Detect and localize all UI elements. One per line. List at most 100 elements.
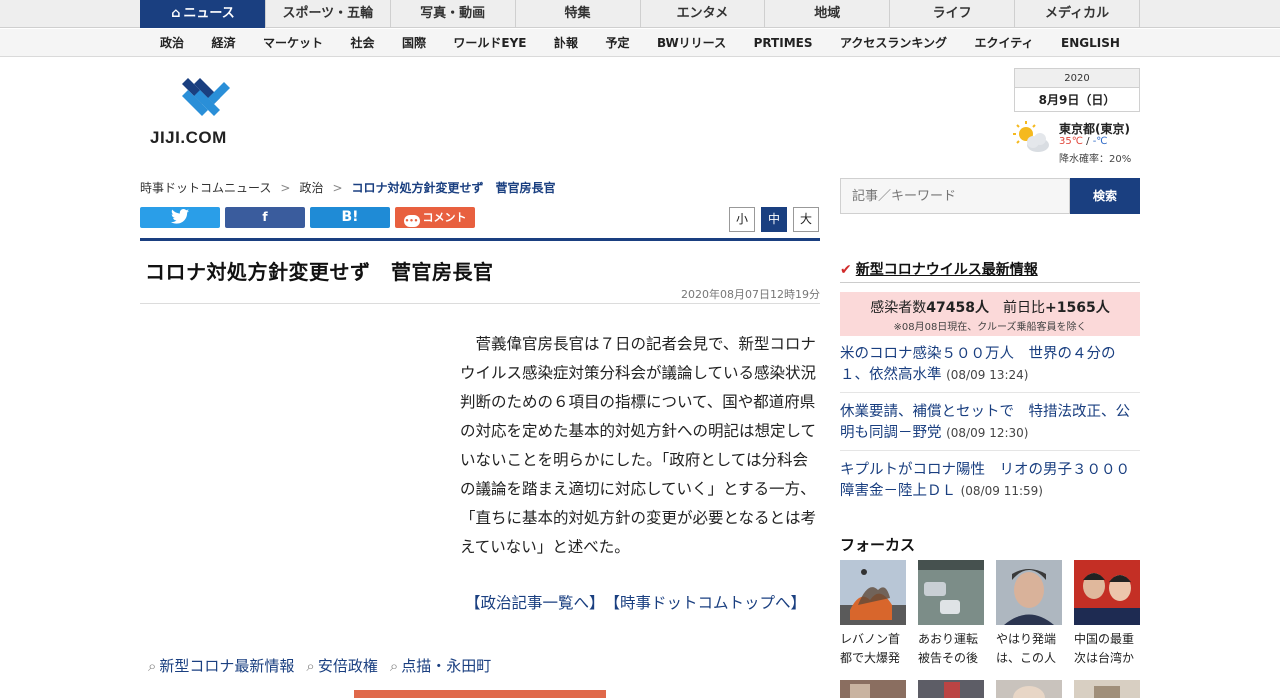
nav-features[interactable]: 特集 bbox=[514, 0, 640, 28]
article-body: 菅義偉官房長官は７日の記者会見で、新型コロナウイルス感染症対策分科会が議論してい… bbox=[460, 330, 818, 562]
twitter-icon bbox=[171, 209, 189, 224]
focus-caption[interactable]: 中国の最重次は台湾か bbox=[1074, 630, 1144, 668]
focus-thumbnail-portrait[interactable] bbox=[996, 560, 1062, 625]
comment-bubble-icon: ••• bbox=[403, 215, 420, 227]
hatena-icon: B! bbox=[341, 209, 359, 225]
focus-caption[interactable]: やはり発端は、この人 bbox=[996, 630, 1066, 668]
diff-label: 前日比 bbox=[1003, 300, 1045, 316]
date-year: 2020 bbox=[1014, 68, 1140, 88]
jiji-logo-icon bbox=[182, 78, 230, 116]
nav-sports[interactable]: スポーツ・五輪 bbox=[264, 0, 390, 28]
tag-corona[interactable]: ⌕ 新型コロナ最新情報 bbox=[148, 655, 294, 676]
infection-stats: 感染者数47458人 前日比+1565人 bbox=[840, 292, 1140, 317]
subnav-economy[interactable]: 経済 bbox=[211, 29, 235, 57]
breadcrumb-home[interactable]: 時事ドットコムニュース bbox=[140, 181, 271, 195]
breadcrumb-separator: > bbox=[332, 181, 343, 195]
site-logo[interactable]: JIJI.COM bbox=[150, 78, 260, 150]
top-navigation-bar: ⌂ ニュース スポーツ・五輪 写真・動画 特集 エンタメ 地域 ライフ メディカル bbox=[0, 0, 1280, 28]
font-size-small-button[interactable]: 小 bbox=[729, 207, 755, 232]
tag-nagatacho[interactable]: ⌕ 点描・永田町 bbox=[390, 655, 491, 676]
orange-banner[interactable] bbox=[354, 690, 606, 698]
corona-news-item[interactable]: キプルトがコロナ陽性 リオの男子３０００障害金－陸上ＤＬ (08/09 11:5… bbox=[840, 460, 1140, 502]
nav-region[interactable]: 地域 bbox=[764, 0, 889, 28]
news-timestamp: (08/09 13:24) bbox=[946, 368, 1029, 382]
twitter-share-button[interactable] bbox=[140, 207, 220, 228]
subnav-obituary[interactable]: 訃報 bbox=[554, 29, 578, 57]
corona-title-label: 新型コロナウイルス最新情報 bbox=[855, 262, 1038, 278]
date-box: 2020 8月9日（日） bbox=[1014, 68, 1140, 112]
subnav-world-eye[interactable]: ワールドEYE bbox=[453, 29, 526, 57]
sub-navigation-bar: 政治 経済 マーケット 社会 国際 ワールドEYE 訃報 予定 BWリリース P… bbox=[0, 29, 1280, 57]
facebook-share-button[interactable]: f bbox=[225, 207, 305, 228]
search-input[interactable] bbox=[840, 178, 1070, 214]
paperclip-icon: ⌕ bbox=[148, 657, 157, 675]
jiji-top-link[interactable]: 【時事ドットコムトップへ】 bbox=[612, 594, 806, 612]
facebook-icon: f bbox=[262, 210, 268, 224]
focus-section-title: フォーカス bbox=[840, 536, 916, 554]
hatena-bookmark-button[interactable]: B! bbox=[310, 207, 390, 228]
politics-list-link[interactable]: 【政治記事一覧へ】 bbox=[465, 594, 597, 612]
focus-thumbnail-row2[interactable] bbox=[996, 680, 1062, 698]
focus-caption[interactable]: レバノン首都で大爆発 bbox=[840, 630, 910, 668]
comment-label: コメント bbox=[422, 211, 467, 224]
corona-news-item[interactable]: 休業要請、補償とセットで 特措法改正、公明も同調－野党 (08/09 12:30… bbox=[840, 402, 1140, 444]
search-button[interactable]: 検索 bbox=[1070, 178, 1140, 214]
focus-thumbnail-road-rage[interactable] bbox=[918, 560, 984, 625]
article-title: コロナ対処方針変更せず 菅官房長官 bbox=[145, 260, 494, 284]
weather-widget[interactable]: 東京都(東京) 35℃ / -℃ 降水確率：20% bbox=[1012, 118, 1142, 165]
subnav-english[interactable]: ENGLISH bbox=[1061, 29, 1120, 57]
subnav-international[interactable]: 国際 bbox=[402, 29, 426, 57]
weather-city: 東京都(東京) bbox=[1059, 122, 1130, 136]
corona-news-item[interactable]: 米のコロナ感染５００万人 世界の４分の１、依然高水準 (08/09 13:24) bbox=[840, 344, 1140, 386]
font-size-medium-button[interactable]: 中 bbox=[761, 207, 787, 232]
home-icon: ⌂ bbox=[171, 6, 181, 21]
article-tags: ⌕ 新型コロナ最新情報 ⌕ 安倍政権 ⌕ 点描・永田町 bbox=[148, 655, 491, 676]
news-divider bbox=[840, 392, 1140, 393]
subnav-equity[interactable]: エクイティ bbox=[974, 29, 1033, 57]
subnav-access-ranking[interactable]: アクセスランキング bbox=[840, 29, 947, 57]
corona-divider bbox=[840, 282, 1140, 283]
breadcrumb-section[interactable]: 政治 bbox=[299, 181, 323, 195]
focus-thumbnail-leaders[interactable] bbox=[1074, 560, 1140, 625]
subnav-schedule[interactable]: 予定 bbox=[605, 29, 629, 57]
temp-low: -℃ bbox=[1092, 136, 1108, 147]
nav-life[interactable]: ライフ bbox=[889, 0, 1014, 28]
subnav-politics[interactable]: 政治 bbox=[160, 29, 184, 57]
sun-cloud-icon bbox=[1013, 121, 1049, 152]
article-links: 【政治記事一覧へ】 【時事ドットコムトップへ】 bbox=[140, 589, 820, 618]
logo-text: JIJI.COM bbox=[150, 128, 227, 147]
nav-news-label: ニュース bbox=[183, 6, 235, 21]
tag-abe-government[interactable]: ⌕ 安倍政権 bbox=[306, 655, 377, 676]
infect-count: 47458人 bbox=[926, 300, 989, 316]
weather-temperature: 35℃ / -℃ bbox=[1059, 136, 1108, 147]
focus-thumbnail-explosion[interactable] bbox=[840, 560, 906, 625]
nav-news[interactable]: ⌂ ニュース bbox=[140, 0, 265, 28]
nav-medical[interactable]: メディカル bbox=[1014, 0, 1140, 28]
article-paragraph: 菅義偉官房長官は７日の記者会見で、新型コロナウイルス感染症対策分科会が議論してい… bbox=[460, 335, 817, 556]
infection-stats-box[interactable]: 感染者数47458人 前日比+1565人 ※08月08日現在、クルーズ乗船客員を… bbox=[840, 292, 1140, 336]
corona-section-title[interactable]: ✔ 新型コロナウイルス最新情報 bbox=[840, 259, 1038, 279]
tag-label: 安倍政権 bbox=[317, 657, 378, 675]
news-divider bbox=[840, 450, 1140, 451]
breadcrumb: 時事ドットコムニュース > 政治 > コロナ対処方針変更せず 菅官房長官 bbox=[140, 179, 556, 196]
subnav-bw-release[interactable]: BWリリース bbox=[657, 29, 726, 57]
infect-label: 感染者数 bbox=[870, 300, 927, 316]
subnav-prtimes[interactable]: PRTIMES bbox=[754, 29, 813, 57]
article-datetime: 2020年08月07日12時19分 bbox=[681, 288, 820, 301]
tag-label: 点描・永田町 bbox=[401, 657, 492, 675]
focus-thumbnail-row2[interactable] bbox=[918, 680, 984, 698]
comment-button[interactable]: ••• コメント bbox=[395, 207, 475, 228]
subnav-market[interactable]: マーケット bbox=[263, 29, 323, 57]
top-navigation: ⌂ ニュース スポーツ・五輪 写真・動画 特集 エンタメ 地域 ライフ メディカル bbox=[140, 0, 1140, 28]
focus-thumbnail-row2[interactable] bbox=[1074, 680, 1140, 698]
nav-photo-video[interactable]: 写真・動画 bbox=[389, 0, 515, 28]
focus-caption[interactable]: あおり運転被告その後 bbox=[918, 630, 988, 668]
tag-label: 新型コロナ最新情報 bbox=[159, 657, 295, 675]
focus-thumbnail-row2[interactable] bbox=[840, 680, 906, 698]
paperclip-icon: ⌕ bbox=[306, 657, 315, 675]
subnav-society[interactable]: 社会 bbox=[350, 29, 374, 57]
font-size-large-button[interactable]: 大 bbox=[793, 207, 819, 232]
diff-count: +1565人 bbox=[1045, 300, 1110, 316]
rain-probability: 降水確率：20% bbox=[1059, 154, 1132, 165]
nav-entertainment[interactable]: エンタメ bbox=[639, 0, 765, 28]
